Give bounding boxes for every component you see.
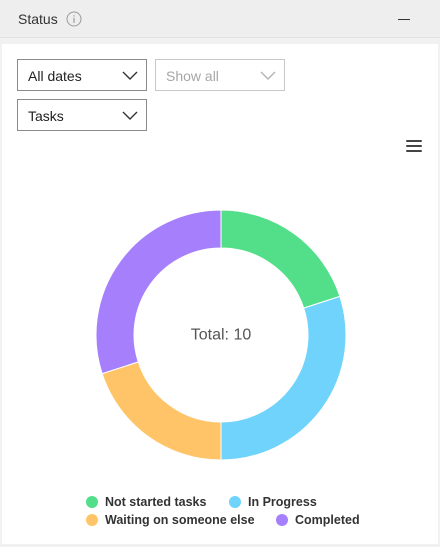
legend-dot bbox=[229, 496, 241, 508]
legend-label: Completed bbox=[295, 513, 360, 527]
chart-center-label: Total: 10 bbox=[191, 327, 252, 344]
minimize-button[interactable] bbox=[390, 8, 418, 30]
legend-dot bbox=[86, 496, 98, 508]
legend-dot bbox=[86, 514, 98, 526]
legend-label: Not started tasks bbox=[105, 495, 207, 509]
legend-label: Waiting on someone else bbox=[105, 513, 255, 527]
show-filter-value: Show all bbox=[166, 68, 219, 84]
show-filter-dropdown[interactable]: Show all bbox=[155, 59, 285, 91]
info-icon[interactable] bbox=[66, 11, 82, 27]
status-donut-chart: Total: 10 bbox=[95, 209, 347, 461]
widget-header: Status bbox=[0, 0, 440, 38]
slice-not-started[interactable] bbox=[220, 209, 341, 309]
slice-in-progress[interactable] bbox=[220, 295, 347, 461]
type-filter-dropdown[interactable]: Tasks bbox=[17, 99, 147, 131]
date-filter-dropdown[interactable]: All dates bbox=[17, 59, 147, 91]
chevron-down-icon bbox=[122, 111, 138, 120]
slice-completed[interactable] bbox=[95, 209, 222, 375]
chevron-down-icon bbox=[122, 71, 138, 80]
status-widget: Status All dates Show all Tasks Total: 1… bbox=[0, 0, 440, 547]
widget-title: Status bbox=[18, 11, 58, 27]
chart-menu-button[interactable] bbox=[404, 139, 424, 155]
slice-waiting[interactable] bbox=[101, 361, 222, 461]
minimize-icon bbox=[398, 19, 410, 20]
legend-label: In Progress bbox=[248, 495, 317, 509]
legend-dot bbox=[276, 514, 288, 526]
hamburger-menu-icon bbox=[406, 140, 422, 142]
date-filter-value: All dates bbox=[28, 68, 82, 84]
type-filter-value: Tasks bbox=[28, 108, 64, 124]
chevron-down-icon bbox=[260, 71, 276, 80]
